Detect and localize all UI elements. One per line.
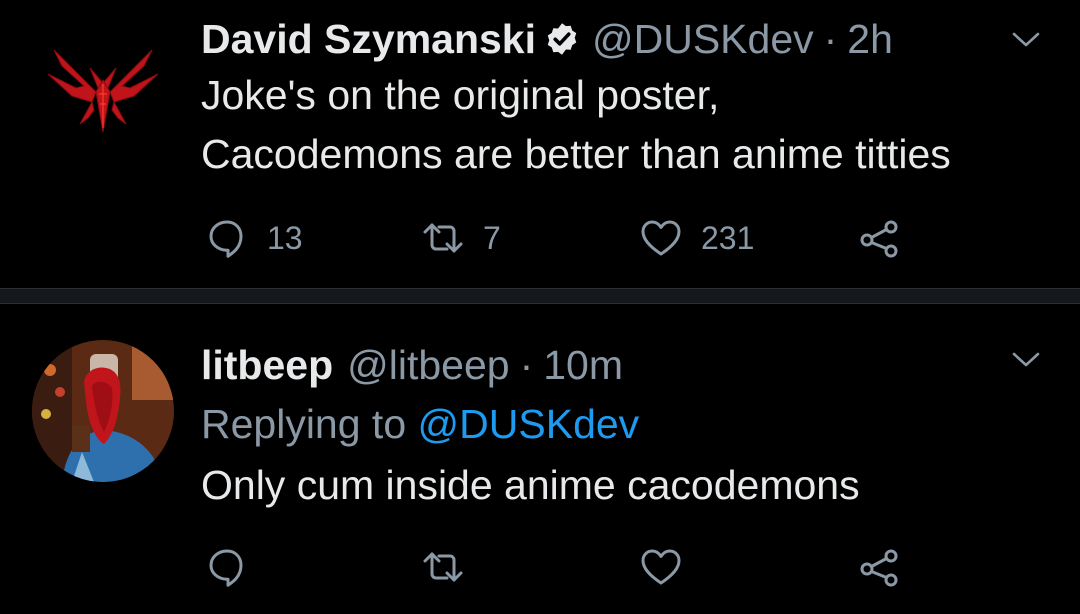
tweet[interactable]: litbeep @litbeep · 10m Replying to @DUSK…: [0, 304, 1080, 614]
tweet-actions: [201, 542, 921, 592]
replying-to-mention[interactable]: @DUSKdev: [418, 401, 640, 447]
like-button[interactable]: [639, 542, 701, 592]
display-name[interactable]: litbeep: [201, 338, 333, 392]
demon-sigil-icon: [32, 28, 174, 170]
heart-icon: [641, 220, 681, 256]
retweet-button[interactable]: [421, 542, 483, 592]
retweet-count: 7: [483, 219, 501, 256]
avatar[interactable]: [32, 28, 174, 170]
tweet-divider: [0, 288, 1080, 304]
retweet-button[interactable]: 7: [421, 213, 501, 263]
separator-dot: ·: [519, 342, 534, 388]
like-count: 231: [701, 219, 755, 256]
tweet-header: litbeep @litbeep · 10m: [201, 338, 1050, 392]
share-button[interactable]: [857, 542, 901, 592]
handle[interactable]: @litbeep: [347, 338, 509, 392]
replying-to-label: Replying to: [201, 401, 407, 447]
tweet[interactable]: David Szymanski @DUSKdev · 2h Joke's on …: [0, 0, 1080, 288]
tweet-text: Joke's on the original poster, Cacodemon…: [201, 66, 1050, 184]
retweet-icon: [423, 552, 463, 582]
timestamp[interactable]: 10m: [543, 338, 623, 392]
chevron-down-icon[interactable]: [1010, 350, 1042, 370]
reply-button[interactable]: 13: [205, 213, 303, 263]
tweet-header: David Szymanski @DUSKdev · 2h: [201, 12, 1050, 66]
handle[interactable]: @DUSKdev: [592, 12, 814, 66]
reply-count: 13: [267, 219, 303, 256]
retweet-icon: [423, 223, 463, 253]
share-icon: [860, 549, 898, 587]
like-button[interactable]: 231: [639, 213, 754, 263]
tweet-text-line: Joke's on the original poster,: [201, 72, 720, 118]
share-icon: [860, 220, 898, 258]
tweet-content: David Szymanski @DUSKdev · 2h Joke's on …: [201, 12, 1050, 184]
tweet-text-line: Cacodemons are better than anime titties: [201, 131, 951, 177]
reply-icon: [209, 220, 243, 258]
share-button[interactable]: [857, 213, 901, 263]
tweet-actions: 13 7 231: [201, 213, 921, 263]
verified-badge-icon: [547, 23, 577, 55]
avatar[interactable]: [32, 340, 174, 482]
heart-icon: [641, 549, 681, 585]
tweet-text-line: Only cum inside anime cacodemons: [201, 462, 860, 508]
display-name[interactable]: David Szymanski: [201, 12, 536, 66]
tweet-text: Only cum inside anime cacodemons: [201, 456, 1050, 515]
separator-dot: ·: [823, 16, 838, 62]
reply-icon: [209, 549, 243, 587]
replying-to: Replying to @DUSKdev: [201, 392, 1050, 456]
user-photo-icon: [32, 340, 174, 482]
timestamp[interactable]: 2h: [847, 12, 893, 66]
chevron-down-icon[interactable]: [1010, 30, 1042, 50]
tweet-content: litbeep @litbeep · 10m Replying to @DUSK…: [201, 338, 1050, 515]
reply-button[interactable]: [205, 542, 267, 592]
